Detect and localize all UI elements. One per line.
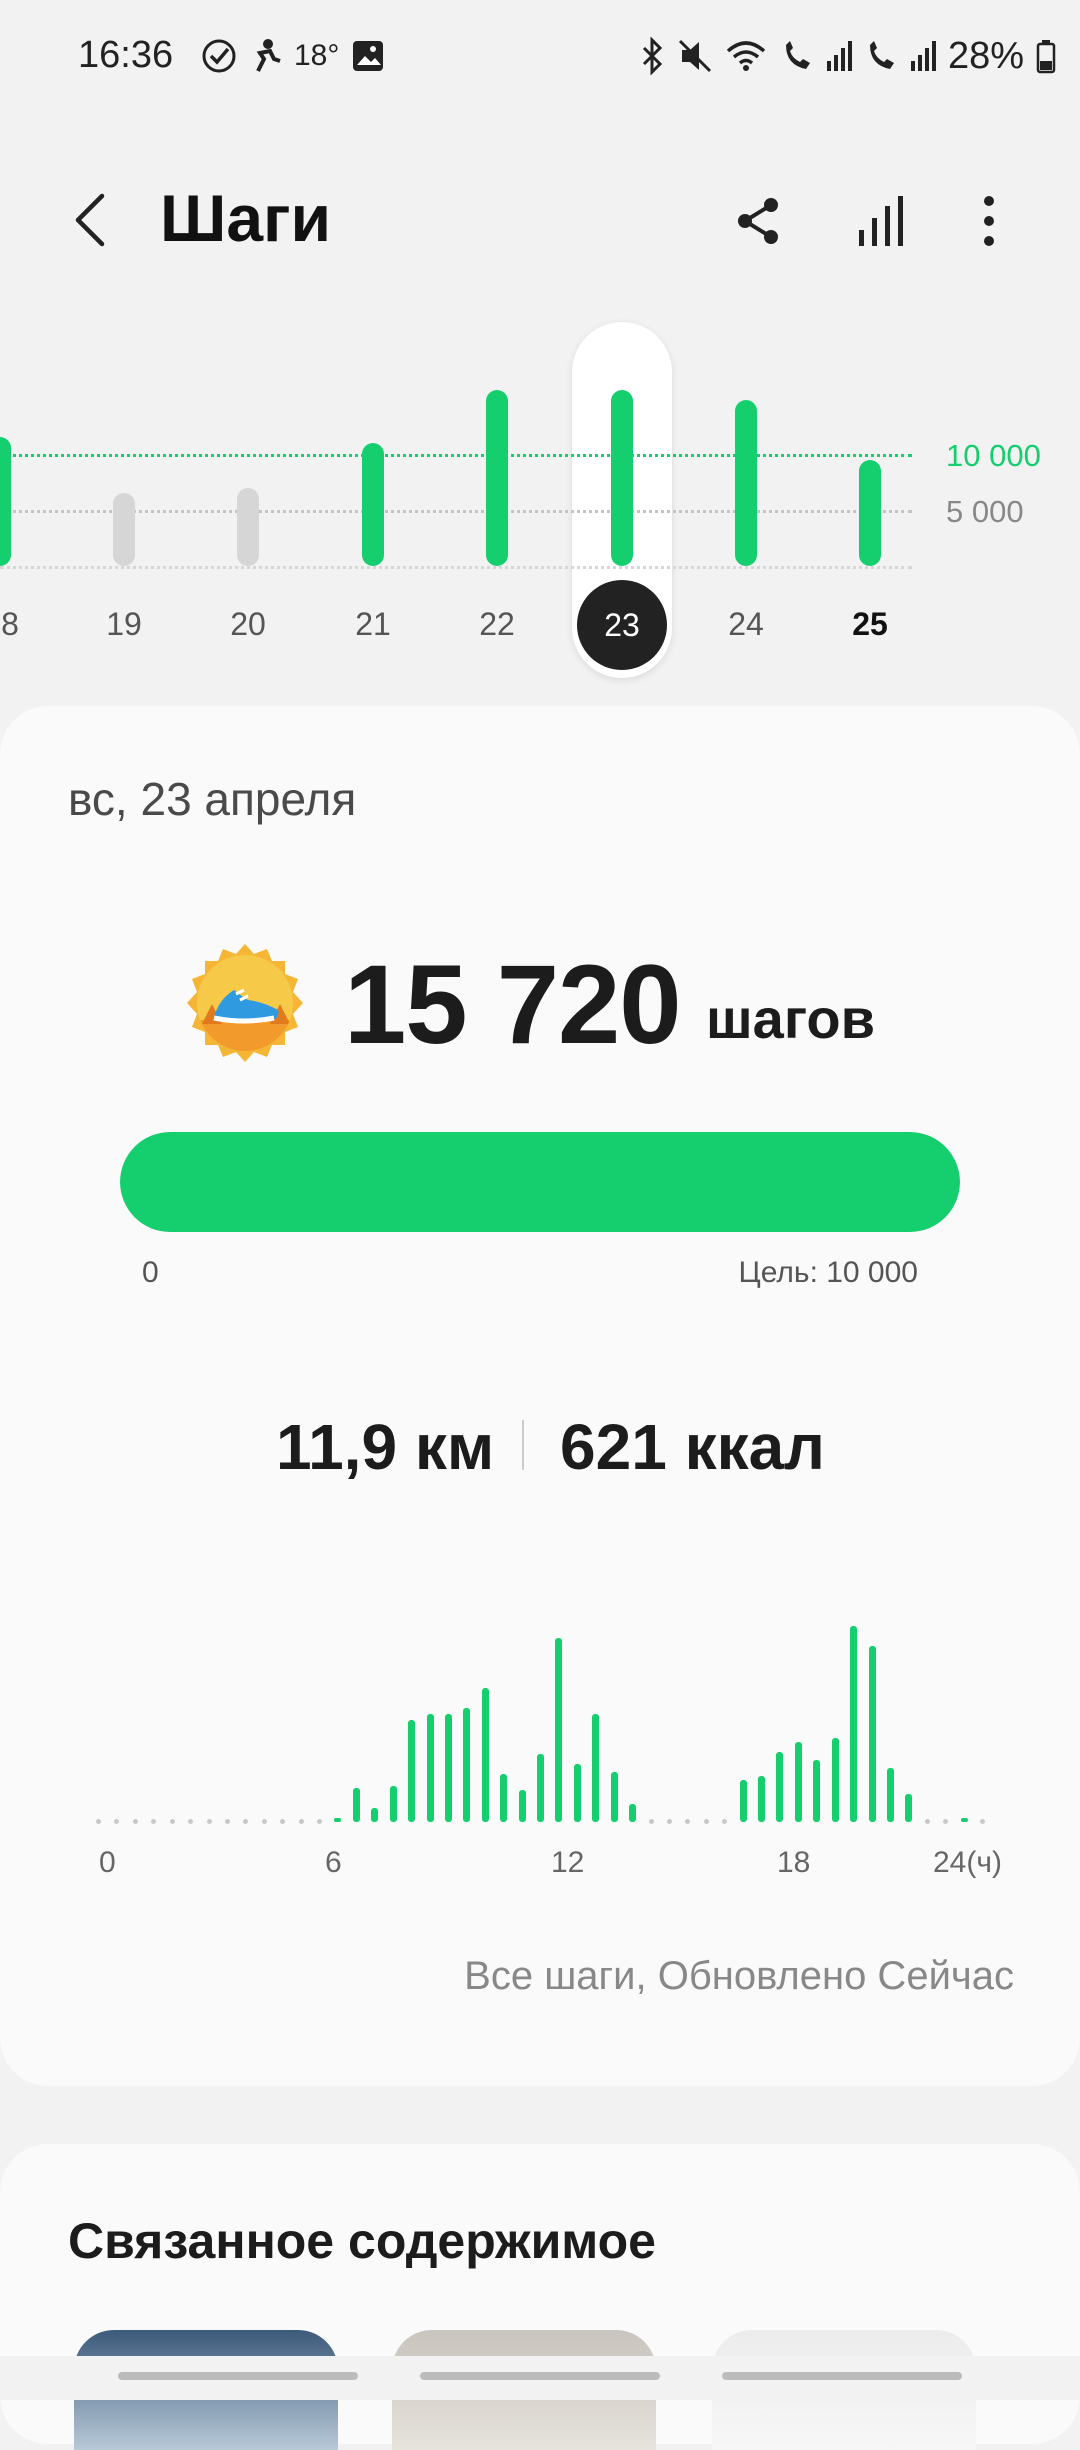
week-bar-8[interactable]: [0, 437, 11, 566]
week-bar-21[interactable]: [362, 442, 384, 566]
distance-value: 11,9 км: [276, 1411, 495, 1483]
week-day-label[interactable]: 22: [457, 606, 537, 643]
goal-progress-fill: [120, 1132, 960, 1232]
daily-summary-card: [0, 706, 1080, 2086]
related-content-title: Связанное содержимое: [68, 2213, 656, 2269]
week-day-label-selected[interactable]: 23: [577, 580, 667, 670]
nav-back-handle[interactable]: [722, 2372, 962, 2380]
nav-home-handle[interactable]: [420, 2372, 660, 2380]
steps-count: 15 720: [344, 942, 682, 1067]
week-bar-23[interactable]: [611, 389, 633, 566]
progress-goal-label: Цель: 10 000: [738, 1256, 918, 1289]
calories-value: 621 ккал: [560, 1411, 825, 1483]
weekly-steps-chart: 10 000 5 000 8 19 20 21 22 23 24 25: [0, 0, 1080, 700]
mid-line-label: 5 000: [946, 494, 1024, 529]
baseline: [0, 566, 912, 569]
week-bar-20[interactable]: [237, 487, 259, 566]
week-day-label[interactable]: 25: [830, 606, 910, 643]
week-day-label[interactable]: 19: [84, 606, 164, 643]
stats-divider: [522, 1420, 524, 1470]
week-day-label[interactable]: 24: [706, 606, 786, 643]
goal-line: [0, 454, 912, 457]
mid-line: [0, 510, 912, 513]
goal-line-label: 10 000: [946, 438, 1041, 473]
nav-recents-handle[interactable]: [118, 2372, 358, 2380]
week-bar-22[interactable]: [486, 390, 508, 566]
progress-start-label: 0: [142, 1256, 159, 1289]
week-day-label[interactable]: 20: [208, 606, 288, 643]
week-day-label[interactable]: 21: [333, 606, 413, 643]
week-bar-24[interactable]: [735, 400, 757, 566]
selected-date: вс, 23 апреля: [68, 773, 357, 825]
updated-status: Все шаги, Обновлено Сейчас: [464, 1954, 1014, 1998]
goal-progress-bar: [120, 1132, 960, 1232]
week-day-label[interactable]: 8: [0, 606, 50, 643]
sneaker-medal-icon: [184, 942, 306, 1064]
steps-unit: шагов: [706, 987, 876, 1050]
week-bar-19[interactable]: [113, 493, 135, 566]
week-bar-25[interactable]: [859, 459, 881, 566]
